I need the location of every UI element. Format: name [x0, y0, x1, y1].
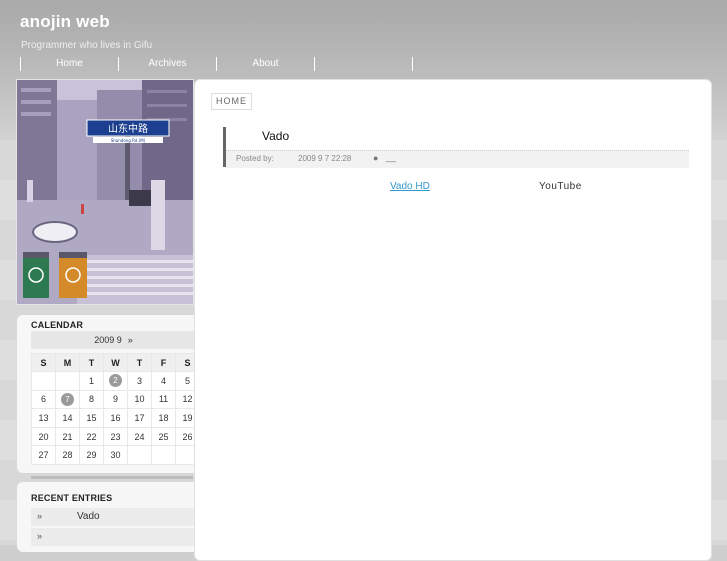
sidebar-photo: 山东中路 Shandong Rd.(M): [16, 79, 194, 305]
nav-divider-end: [412, 57, 413, 71]
calendar-day: 21: [55, 426, 80, 447]
post-body-text: YouTube: [539, 181, 582, 192]
street-photo-image: 山东中路 Shandong Rd.(M): [17, 80, 193, 304]
chevron-right-icon: »: [37, 531, 43, 541]
street-sign-subtext: Shandong Rd.(M): [111, 138, 146, 143]
weekday-sun: S: [31, 353, 56, 372]
weekday-thu: T: [127, 353, 152, 372]
calendar-day: 23: [103, 426, 128, 447]
calendar-day: 1: [79, 371, 104, 391]
calendar-day: 24: [127, 426, 152, 447]
list-item[interactable]: » Vado: [31, 508, 202, 526]
recent-entries-title: RECENT ENTRIES: [31, 493, 113, 503]
calendar-day: [151, 445, 176, 465]
chevron-right-icon: »: [37, 511, 43, 521]
site-title[interactable]: anojin web: [20, 12, 110, 32]
nav-home[interactable]: Home: [20, 57, 118, 71]
breadcrumb[interactable]: HOME: [211, 93, 252, 110]
calendar-day[interactable]: 7: [55, 389, 80, 410]
calendar-title: CALENDAR: [31, 320, 84, 330]
calendar-day: 18: [151, 408, 176, 428]
calendar-week-row: 13 14 15 16 17 18 19: [31, 408, 200, 428]
calendar-day: 16: [103, 408, 128, 428]
nav-empty[interactable]: [314, 57, 412, 71]
calendar-weekday-row: S M T W T F S: [31, 353, 200, 372]
calendar-day: [31, 371, 56, 391]
calendar-day: 28: [55, 445, 80, 465]
calendar-day: 8: [79, 389, 104, 410]
bullet-icon: ●: [373, 153, 379, 163]
post-date: 2009 9 7 22:28: [298, 154, 352, 163]
calendar-day: 20: [31, 426, 56, 447]
calendar-week-row: 20 21 22 23 24 25 26: [31, 426, 200, 447]
calendar-day: 14: [55, 408, 80, 428]
post-title[interactable]: Vado: [262, 129, 289, 143]
vado-hd-link[interactable]: Vado HD: [390, 181, 430, 192]
nav-about[interactable]: About: [216, 57, 314, 71]
calendar-day: 22: [79, 426, 104, 447]
post-category[interactable]: __: [386, 152, 396, 162]
recent-entries-panel: RECENT ENTRIES » Vado »: [17, 482, 202, 552]
recent-entries-list: » Vado »: [31, 508, 202, 548]
weekday-wed: W: [103, 353, 128, 372]
recent-entry-title[interactable]: Vado: [77, 511, 100, 522]
calendar-panel: CALENDAR 2009 9 » S M T W T F S 123456789…: [17, 315, 202, 473]
calendar-day: 17: [127, 408, 152, 428]
post-meta: Posted by: 2009 9 7 22:28 ● __: [226, 150, 689, 168]
calendar-day: 29: [79, 445, 104, 465]
calendar-day-link[interactable]: 2: [109, 374, 122, 388]
calendar-day: 27: [31, 445, 56, 465]
main-content: HOME Vado Posted by: 2009 9 7 22:28 ● __…: [194, 79, 712, 561]
street-sign-text: 山东中路: [108, 122, 148, 135]
main-nav: Home Archives About: [20, 57, 413, 71]
calendar-day: [127, 445, 152, 465]
calendar-day: 10: [127, 389, 152, 410]
nav-archives[interactable]: Archives: [118, 57, 216, 71]
calendar-day: 25: [151, 426, 176, 447]
calendar-week-row: 27 28 29 30: [31, 445, 200, 465]
calendar-divider: [31, 476, 193, 479]
weekday-mon: M: [55, 353, 80, 372]
posted-by-label: Posted by:: [236, 154, 274, 163]
calendar-day: 9: [103, 389, 128, 410]
site-tagline: Programmer who lives in Gifu: [21, 40, 153, 51]
calendar-day: [55, 371, 80, 391]
calendar-day: 13: [31, 408, 56, 428]
calendar-next-link[interactable]: »: [128, 335, 133, 345]
calendar-day: 11: [151, 389, 176, 410]
calendar-day-link[interactable]: 7: [61, 392, 74, 406]
calendar-day: 6: [31, 389, 56, 410]
calendar-week-row: 6 7 8 9 10 11 12: [31, 389, 200, 410]
calendar-day[interactable]: 2: [103, 371, 128, 391]
calendar-day: 4: [151, 371, 176, 391]
list-item[interactable]: »: [31, 528, 202, 546]
calendar-day: 3: [127, 371, 152, 391]
calendar-day: 30: [103, 445, 128, 465]
weekday-fri: F: [151, 353, 176, 372]
calendar-month: 2009 9 »: [31, 331, 196, 349]
calendar-day: 15: [79, 408, 104, 428]
calendar-week-row: 12345: [31, 371, 200, 391]
weekday-tue: T: [79, 353, 104, 372]
calendar-grid: S M T W T F S 1 2 3 4 5 6 7 8 9 10 11 12 13 14 15 16 17 1…: [31, 353, 200, 465]
calendar-month-label: 2009 9: [94, 335, 122, 345]
